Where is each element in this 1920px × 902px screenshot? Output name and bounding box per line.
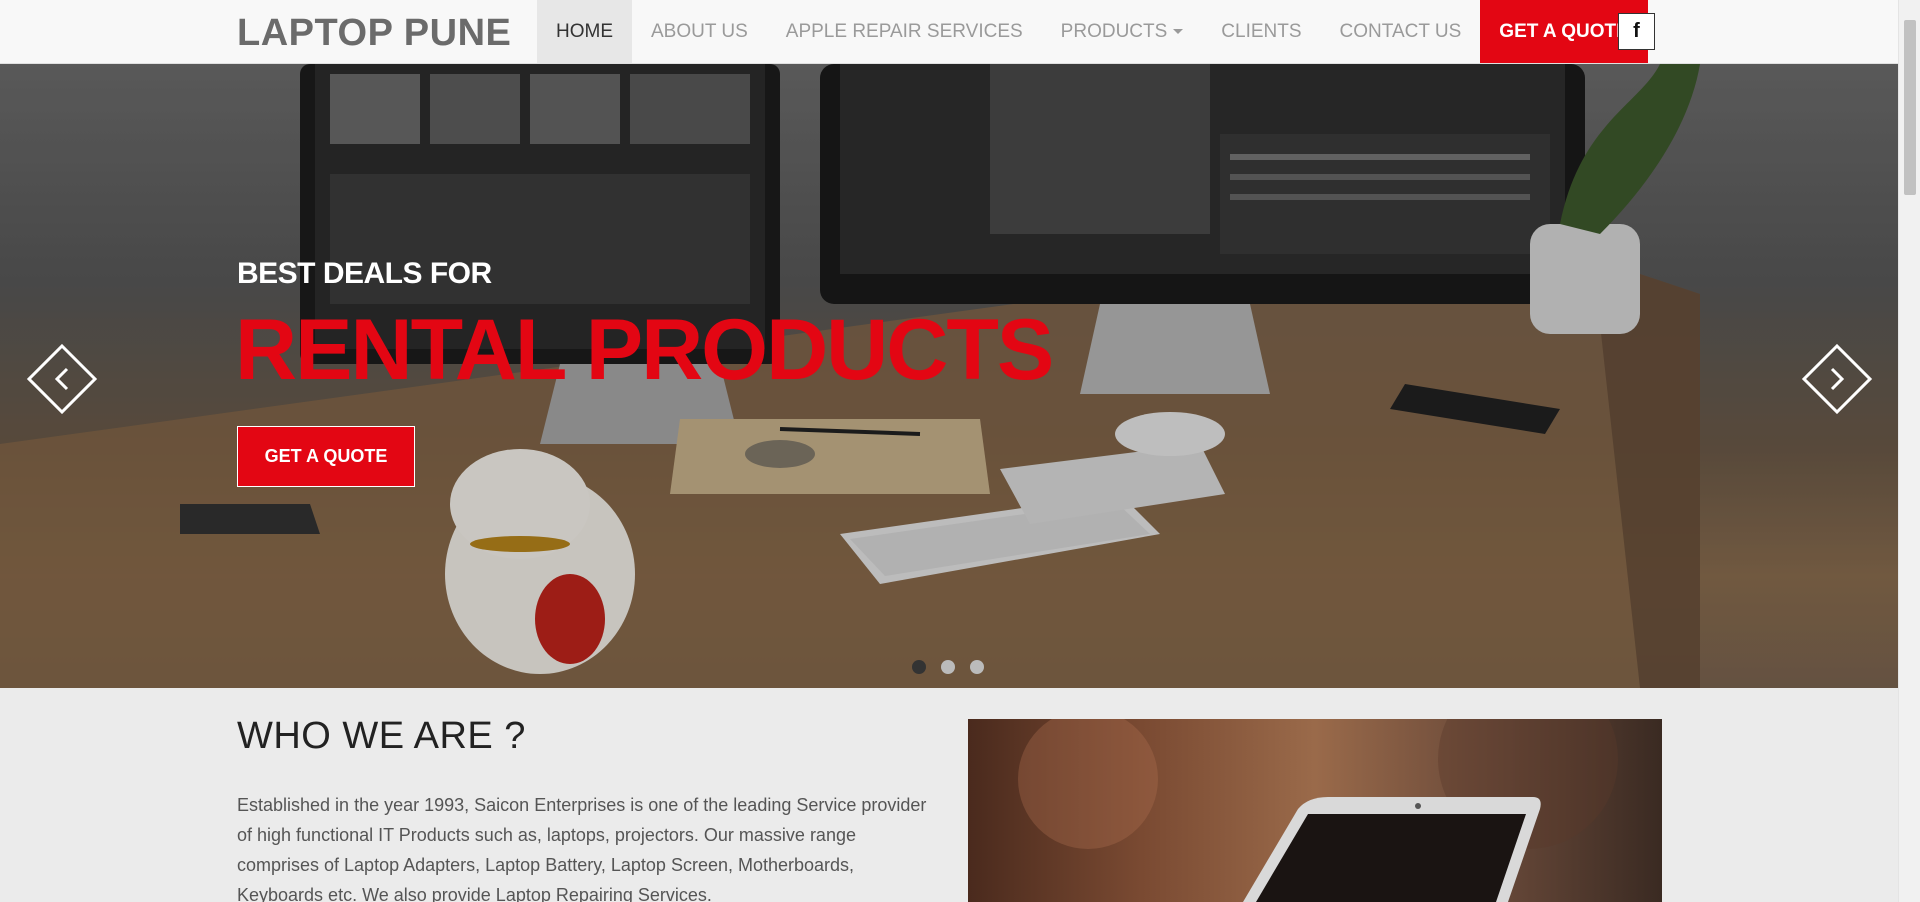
nav-item-about-us[interactable]: ABOUT US — [632, 0, 767, 63]
chevron-right-icon[interactable] — [1802, 344, 1872, 414]
laptop-illustration — [1018, 719, 1618, 902]
brand-logo[interactable]: LAPTOP PUNE — [237, 12, 511, 55]
scrollbar-thumb[interactable] — [1904, 20, 1916, 195]
carousel-dot-1[interactable] — [912, 660, 926, 674]
carousel-dot-2[interactable] — [941, 660, 955, 674]
hero-subtitle: BEST DEALS FOR — [237, 257, 492, 290]
hero-title: RENTAL PRODUCTS — [235, 302, 1054, 398]
carousel-dot-3[interactable] — [970, 660, 984, 674]
facebook-icon[interactable]: f — [1618, 13, 1655, 50]
nav-item-products[interactable]: PRODUCTS — [1042, 0, 1203, 63]
nav-item-products-label: PRODUCTS — [1060, 20, 1168, 42]
carousel-indicators — [912, 660, 984, 674]
nav-item-home[interactable]: HOME — [537, 0, 632, 63]
nav-item-apple-repair-services[interactable]: APPLE REPAIR SERVICES — [767, 0, 1042, 63]
nav-item-clients[interactable]: CLIENTS — [1202, 0, 1320, 63]
navbar: LAPTOP PUNE HOME ABOUT US APPLE REPAIR S… — [0, 0, 1898, 64]
chevron-left-icon[interactable] — [27, 344, 97, 414]
facebook-glyph: f — [1633, 20, 1640, 42]
hero-carousel: BEST DEALS FOR RENTAL PRODUCTS GET A QUO… — [0, 64, 1898, 688]
main-nav: HOME ABOUT US APPLE REPAIR SERVICES PROD… — [537, 0, 1648, 63]
caret-down-icon — [1173, 29, 1184, 34]
hero-get-a-quote-button[interactable]: GET A QUOTE — [237, 426, 415, 487]
page-scrollbar[interactable] — [1898, 0, 1920, 902]
laptop-image — [968, 719, 1662, 902]
nav-item-contact-us[interactable]: CONTACT US — [1321, 0, 1481, 63]
about-title: WHO WE ARE ? — [237, 715, 526, 757]
about-text: Established in the year 1993, Saicon Ent… — [237, 795, 927, 902]
